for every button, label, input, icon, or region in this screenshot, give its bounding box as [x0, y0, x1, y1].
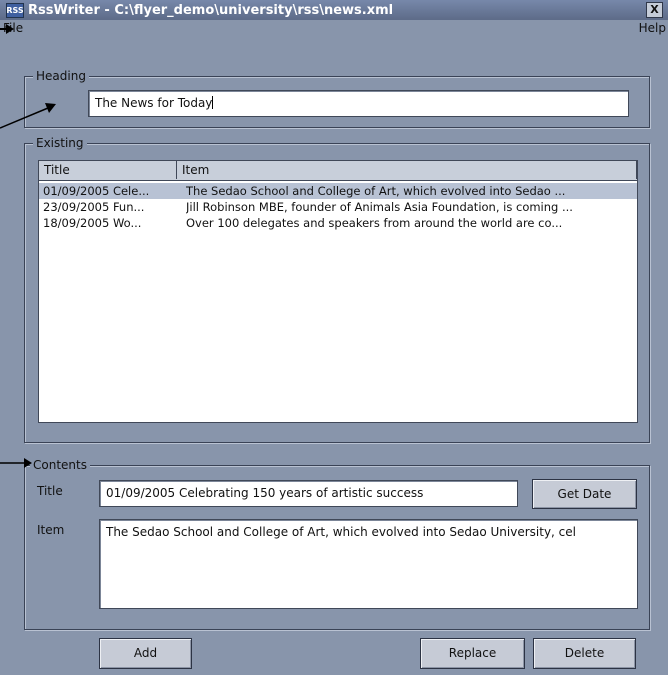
annotation-arrows [0, 24, 56, 468]
arrow-icon [0, 458, 32, 468]
arrow-icon [0, 24, 14, 34]
arrow-icon [0, 103, 56, 129]
